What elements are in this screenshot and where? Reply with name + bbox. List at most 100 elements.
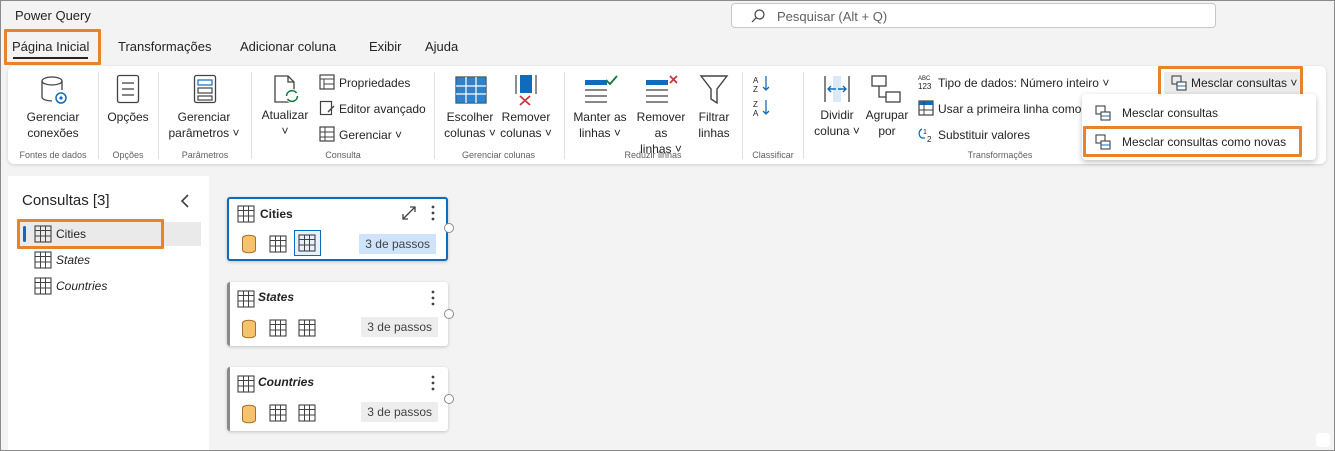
query-item-cities[interactable]: Cities xyxy=(18,222,201,246)
parameters-icon xyxy=(193,74,217,104)
connector-handle[interactable] xyxy=(444,394,454,404)
ribbon-tabs: Página Inicial Transformações Adicionar … xyxy=(0,34,1335,64)
collapse-chevron-icon[interactable] xyxy=(179,194,191,208)
tab-exibir[interactable]: Exibir xyxy=(369,39,402,54)
editor-avancado-button[interactable]: Editor avançado xyxy=(339,101,426,117)
propriedades-button[interactable]: Propriedades xyxy=(339,75,410,91)
selected-step[interactable] xyxy=(294,230,321,256)
table-icon xyxy=(237,290,255,308)
merge-queries-icon xyxy=(1095,105,1111,121)
card-title: States xyxy=(258,290,295,304)
tab-adicionar-coluna[interactable]: Adicionar coluna xyxy=(240,39,336,54)
card-title: Countries xyxy=(258,375,315,389)
properties-icon xyxy=(319,74,335,90)
tipo-de-dados-dropdown[interactable]: Tipo de dados: Número inteiro ˅ xyxy=(938,75,1109,91)
data-type-icon: ABC123 xyxy=(918,76,932,91)
steps-badge[interactable]: 3 de passos xyxy=(361,317,438,337)
more-options-icon[interactable] xyxy=(429,289,437,307)
group-fontes-de-dados: Fontes de dados xyxy=(19,150,87,160)
navigation-step-icon[interactable] xyxy=(269,404,287,422)
tab-pagina-inicial[interactable]: Página Inicial xyxy=(12,39,89,59)
keep-rows-icon xyxy=(585,75,618,103)
source-icon[interactable] xyxy=(241,404,257,424)
table-icon xyxy=(34,251,52,269)
gerenciar-button[interactable]: Gerenciar ˅ xyxy=(339,127,402,143)
more-options-icon[interactable] xyxy=(429,374,437,392)
remove-rows-icon xyxy=(646,75,678,103)
scroll-corner xyxy=(1316,433,1330,447)
gerenciar-parametros-button[interactable]: Gerenciar parâmetros ˅ xyxy=(164,109,244,141)
sort-ascending-icon[interactable]: AZ xyxy=(752,74,772,94)
svg-text:123: 123 xyxy=(918,82,932,91)
remover-colunas-button[interactable]: Remover colunas ˅ xyxy=(498,109,554,141)
agrupar-por-button[interactable]: Agrupar por xyxy=(862,107,912,139)
usar-primeira-linha-button[interactable]: Usar a primeira linha como xyxy=(938,101,1081,117)
substituir-valores-button[interactable]: Substituir valores xyxy=(938,127,1030,143)
filtrar-linhas-button[interactable]: Filtrar linhas xyxy=(694,109,734,141)
database-settings-icon xyxy=(41,76,67,104)
navigation-step-icon[interactable] xyxy=(269,235,287,253)
filter-icon xyxy=(699,75,729,105)
expand-icon[interactable] xyxy=(401,205,417,221)
svg-text:A: A xyxy=(753,109,759,118)
menu-item-mesclar-como-novas[interactable]: Mesclar consultas como novas xyxy=(1082,128,1316,156)
advanced-editor-icon xyxy=(319,100,335,116)
query-item-countries[interactable]: Countries xyxy=(18,274,201,298)
group-parametros: Parâmetros xyxy=(181,150,229,160)
merge-queries-icon xyxy=(1171,75,1187,91)
dividir-coluna-button[interactable]: Dividir coluna ˅ xyxy=(810,107,864,139)
query-card-cities[interactable]: Cities 3 de passos xyxy=(227,197,448,261)
table-step-icon[interactable] xyxy=(298,319,316,337)
search-placeholder: Pesquisar (Alt + Q) xyxy=(777,9,888,24)
source-icon[interactable] xyxy=(241,234,257,254)
group-by-icon xyxy=(871,75,901,103)
card-title: Cities xyxy=(260,207,293,221)
app-title: Power Query xyxy=(15,8,91,23)
more-options-icon[interactable] xyxy=(429,204,437,222)
table-step-icon[interactable] xyxy=(298,404,316,422)
steps-badge[interactable]: 3 de passos xyxy=(361,402,438,422)
gerenciar-conexoes-button[interactable]: Gerenciar conexões xyxy=(22,109,84,141)
manter-linhas-button[interactable]: Manter as linhas ˅ xyxy=(570,109,630,141)
merge-as-new-icon xyxy=(1095,134,1111,150)
table-icon xyxy=(34,277,52,295)
group-reduzir-linhas: Reduzir linhas xyxy=(624,150,682,160)
connector-handle[interactable] xyxy=(444,223,454,233)
query-item-states[interactable]: States xyxy=(18,248,201,272)
query-card-countries[interactable]: Countries 3 de passos xyxy=(227,367,448,431)
svg-text:A: A xyxy=(753,76,759,85)
table-icon xyxy=(34,225,52,243)
search-icon xyxy=(751,9,765,23)
sort-descending-icon[interactable]: ZA xyxy=(752,98,772,118)
group-classificar: Classificar xyxy=(752,150,794,160)
remove-columns-icon xyxy=(515,75,537,106)
svg-text:2: 2 xyxy=(927,135,932,144)
escolher-colunas-button[interactable]: Escolher colunas ˅ xyxy=(442,109,498,141)
table-step-icon xyxy=(298,234,316,252)
mesclar-consultas-label: Mesclar consultas ˅ xyxy=(1191,76,1298,90)
atualizar-button[interactable]: Atualizar ˅ xyxy=(256,107,314,139)
tab-ajuda[interactable]: Ajuda xyxy=(425,39,458,54)
menu-item-mesclar-consultas[interactable]: Mesclar consultas xyxy=(1082,99,1316,127)
tab-transformacoes[interactable]: Transformações xyxy=(118,39,211,54)
opcoes-button[interactable]: Opções xyxy=(104,109,152,125)
refresh-icon xyxy=(274,75,299,103)
group-consulta: Consulta xyxy=(325,150,361,160)
svg-text:Z: Z xyxy=(753,100,758,109)
search-box[interactable]: Pesquisar (Alt + Q) xyxy=(731,3,1216,28)
title-bar: Power Query Pesquisar (Alt + Q) xyxy=(0,0,1335,34)
options-icon xyxy=(116,74,140,104)
manage-icon xyxy=(319,126,335,142)
navigation-step-icon[interactable] xyxy=(269,319,287,337)
connector-handle[interactable] xyxy=(444,309,454,319)
split-column-icon xyxy=(824,76,850,102)
queries-panel: Consultas [3] Cities States Countries xyxy=(8,176,209,451)
replace-values-icon: 12 xyxy=(918,128,932,144)
group-opcoes: Opções xyxy=(112,150,144,160)
panel-title: Consultas [3] xyxy=(22,192,110,209)
query-card-states[interactable]: States 3 de passos xyxy=(227,282,448,346)
choose-columns-icon xyxy=(455,76,487,104)
first-row-headers-icon xyxy=(918,100,934,116)
source-icon[interactable] xyxy=(241,319,257,339)
steps-badge[interactable]: 3 de passos xyxy=(359,234,436,254)
